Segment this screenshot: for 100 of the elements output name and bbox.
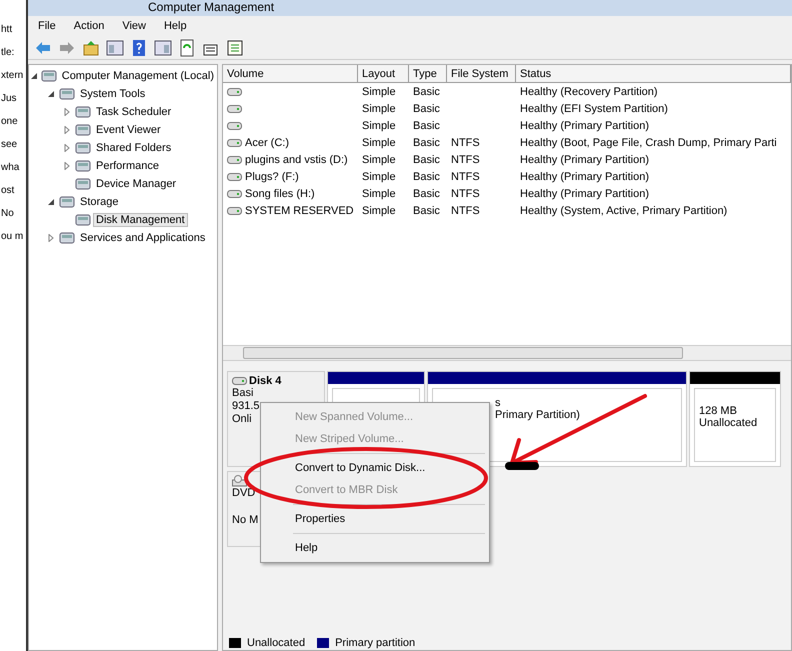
tree-node-icon [40,70,57,82]
redaction-mark [505,462,539,470]
expanded-arrow-icon[interactable] [47,198,55,206]
drive-icon [227,172,242,180]
menu-item[interactable]: File [38,20,56,32]
show-hide-tree-icon[interactable] [106,38,124,56]
disk-info-text: DVD [232,487,256,500]
table-cell: Simple [362,136,396,148]
background-page-text: ost [0,185,14,196]
context-menu-item[interactable]: Properties [263,508,487,530]
background-page-text: tle: [0,47,14,58]
table-cell: Simple [362,102,396,114]
tree-node-icon [59,232,75,244]
optical-drive-icon [232,475,247,487]
tree-item[interactable]: Storage [77,195,122,209]
table-cell: Basic [413,86,440,98]
tree-item[interactable]: Performance [93,159,162,173]
table-cell: Basic [413,170,440,182]
tree-node-icon [59,196,75,208]
background-page-text: xtern [0,70,24,81]
background-page-text: ou m [0,231,24,242]
table-cell: Basic [413,154,440,166]
drive-icon [227,138,242,146]
export-list-icon[interactable] [226,38,244,56]
table-cell: Simple [362,86,396,98]
tree-node-icon [75,106,91,118]
refresh-icon[interactable] [178,38,196,56]
disk-info-text: No M [232,514,258,527]
collapsed-arrow-icon[interactable] [63,162,71,170]
table-cell: SYSTEM RESERVED [245,204,354,216]
table-cell: NTFS [451,136,480,148]
column-header[interactable]: File System [447,65,516,83]
collapsed-arrow-icon[interactable] [63,144,71,152]
menu-item[interactable]: Help [164,20,187,32]
background-page-text: Jus [0,93,17,104]
tree-item[interactable]: Disk Management [93,213,188,227]
partition-block[interactable]: 128 MB Unallocated [689,371,781,467]
table-cell: Acer (C:) [245,136,289,148]
legend-label: Primary partition [335,637,416,649]
expanded-arrow-icon[interactable] [47,90,55,98]
disk-info-text: Basi [232,387,254,400]
table-cell: Basic [413,120,440,132]
tree-node-icon [75,160,91,172]
table-cell: Basic [413,102,440,114]
tree-item[interactable]: Device Manager [93,177,180,191]
drive-icon [227,88,242,96]
table-cell: Healthy (Primary Partition) [520,188,649,200]
horizontal-scrollbar[interactable] [223,345,791,361]
column-header[interactable]: Type [409,65,447,83]
column-header[interactable]: Volume [223,65,358,83]
table-cell: Basic [413,188,440,200]
scrollbar-thumb[interactable] [243,347,683,359]
tree-node-icon [75,124,91,136]
background-page-text: see [0,139,18,150]
help-icon[interactable] [130,38,148,56]
table-cell: Healthy (EFI System Partition) [520,102,668,114]
tree-node-icon [75,214,91,226]
drive-icon [232,377,247,385]
collapsed-arrow-icon[interactable] [63,108,71,116]
tree-item[interactable]: Event Viewer [93,123,164,137]
table-cell: NTFS [451,188,480,200]
table-cell: Healthy (System, Active, Primary Partition) [520,204,728,216]
menu-item[interactable]: Action [74,20,104,32]
partition-text: Unallocated [699,417,758,429]
table-cell: Simple [362,170,396,182]
folder-up-icon[interactable] [82,38,100,56]
table-cell: Plugs? (F:) [245,170,299,182]
table-cell: NTFS [451,170,480,182]
table-cell: plugins and vstis (D:) [245,154,348,166]
tree-item[interactable]: Shared Folders [93,141,174,155]
table-cell: Simple [362,154,396,166]
table-cell: Basic [413,204,440,216]
context-menu-item[interactable]: Help [263,537,487,559]
table-cell: NTFS [451,154,480,166]
tree-item[interactable]: Services and Applications [77,231,208,245]
tree-node-icon [75,142,91,154]
partition-text: 128 MB [699,405,737,417]
table-cell: Healthy (Primary Partition) [520,120,649,132]
background-page-text: No [0,208,14,219]
tree-node-icon [75,178,91,190]
table-cell: NTFS [451,204,480,216]
column-header[interactable]: Status [516,65,791,83]
collapsed-arrow-icon[interactable] [47,234,55,242]
tree-item[interactable]: System Tools [77,87,148,101]
drive-icon [227,122,242,130]
menu-item[interactable]: View [122,20,146,32]
partition-text: s [495,397,500,409]
table-cell: Healthy (Primary Partition) [520,154,649,166]
tree-item[interactable]: Task Scheduler [93,105,174,119]
partition-text: Primary Partition) [495,409,580,421]
show-action-pane-icon[interactable] [154,38,172,56]
legend-label: Unallocated [247,637,306,649]
tree-item[interactable]: Computer Management (Local) [58,69,217,83]
tree-node-icon [59,88,75,100]
drive-icon [227,190,242,198]
collapsed-arrow-icon[interactable] [63,126,71,134]
table-cell: Song files (H:) [245,188,315,200]
table-cell: Simple [362,188,396,200]
column-header[interactable]: Layout [358,65,409,83]
expanded-arrow-icon[interactable] [30,72,38,80]
